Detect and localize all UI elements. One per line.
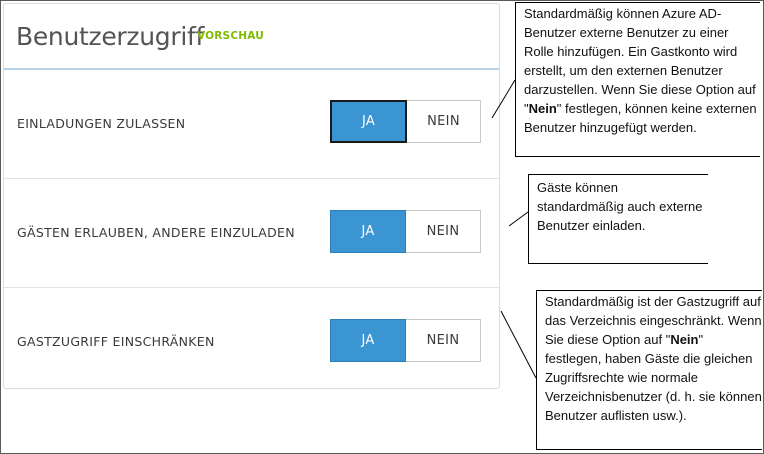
page-title: Benutzerzugriff [16, 22, 204, 51]
setting-row-guests-invite: GÄSTEN ERLAUBEN, ANDERE EINZULADEN JA NE… [4, 179, 499, 288]
setting-label: GÄSTEN ERLAUBEN, ANDERE EINZULADEN [17, 225, 295, 240]
setting-row-restrict-guest-access: GASTZUGRIFF EINSCHRÄNKEN JA NEIN [4, 288, 499, 396]
setting-label: GASTZUGRIFF EINSCHRÄNKEN [17, 334, 215, 349]
user-access-panel: Benutzerzugriff VORSCHAU EINLADUNGEN ZUL… [3, 3, 500, 389]
restrict-guest-access-toggle[interactable]: JA NEIN [330, 319, 481, 362]
toggle-yes-button[interactable]: JA [330, 100, 407, 143]
preview-badge: VORSCHAU [197, 30, 264, 42]
toggle-no-button[interactable]: NEIN [407, 100, 481, 143]
panel-header: Benutzerzugriff VORSCHAU [4, 4, 499, 70]
toggle-yes-button[interactable]: JA [330, 319, 406, 362]
toggle-no-button[interactable]: NEIN [406, 319, 481, 362]
callout-guests-invite: Gäste können standardmäßig auch externe … [528, 174, 708, 264]
callout-text: Standardmäßig können Azure AD-Benutzer e… [524, 6, 756, 116]
allow-invitations-toggle[interactable]: JA NEIN [330, 100, 481, 143]
callout-text: " festlegen, können keine externen Benut… [524, 101, 757, 135]
setting-label: EINLADUNGEN ZULASSEN [17, 116, 186, 131]
callout-restrict-guest-access: Standardmäßig ist der Gastzugriff auf da… [536, 290, 762, 450]
guests-invite-toggle[interactable]: JA NEIN [330, 210, 481, 253]
callout-emphasis: Nein [528, 101, 557, 116]
setting-row-allow-invitations: EINLADUNGEN ZULASSEN JA NEIN [4, 70, 499, 179]
toggle-yes-button[interactable]: JA [330, 210, 406, 253]
callout-text: Standardmäßig ist der Gastzugriff auf da… [545, 294, 762, 347]
callout-text: Gäste können standardmäßig auch externe … [537, 180, 703, 233]
callout-emphasis: Nein [670, 332, 699, 347]
callout-allow-invitations: Standardmäßig können Azure AD-Benutzer e… [515, 2, 760, 157]
toggle-no-button[interactable]: NEIN [406, 210, 481, 253]
